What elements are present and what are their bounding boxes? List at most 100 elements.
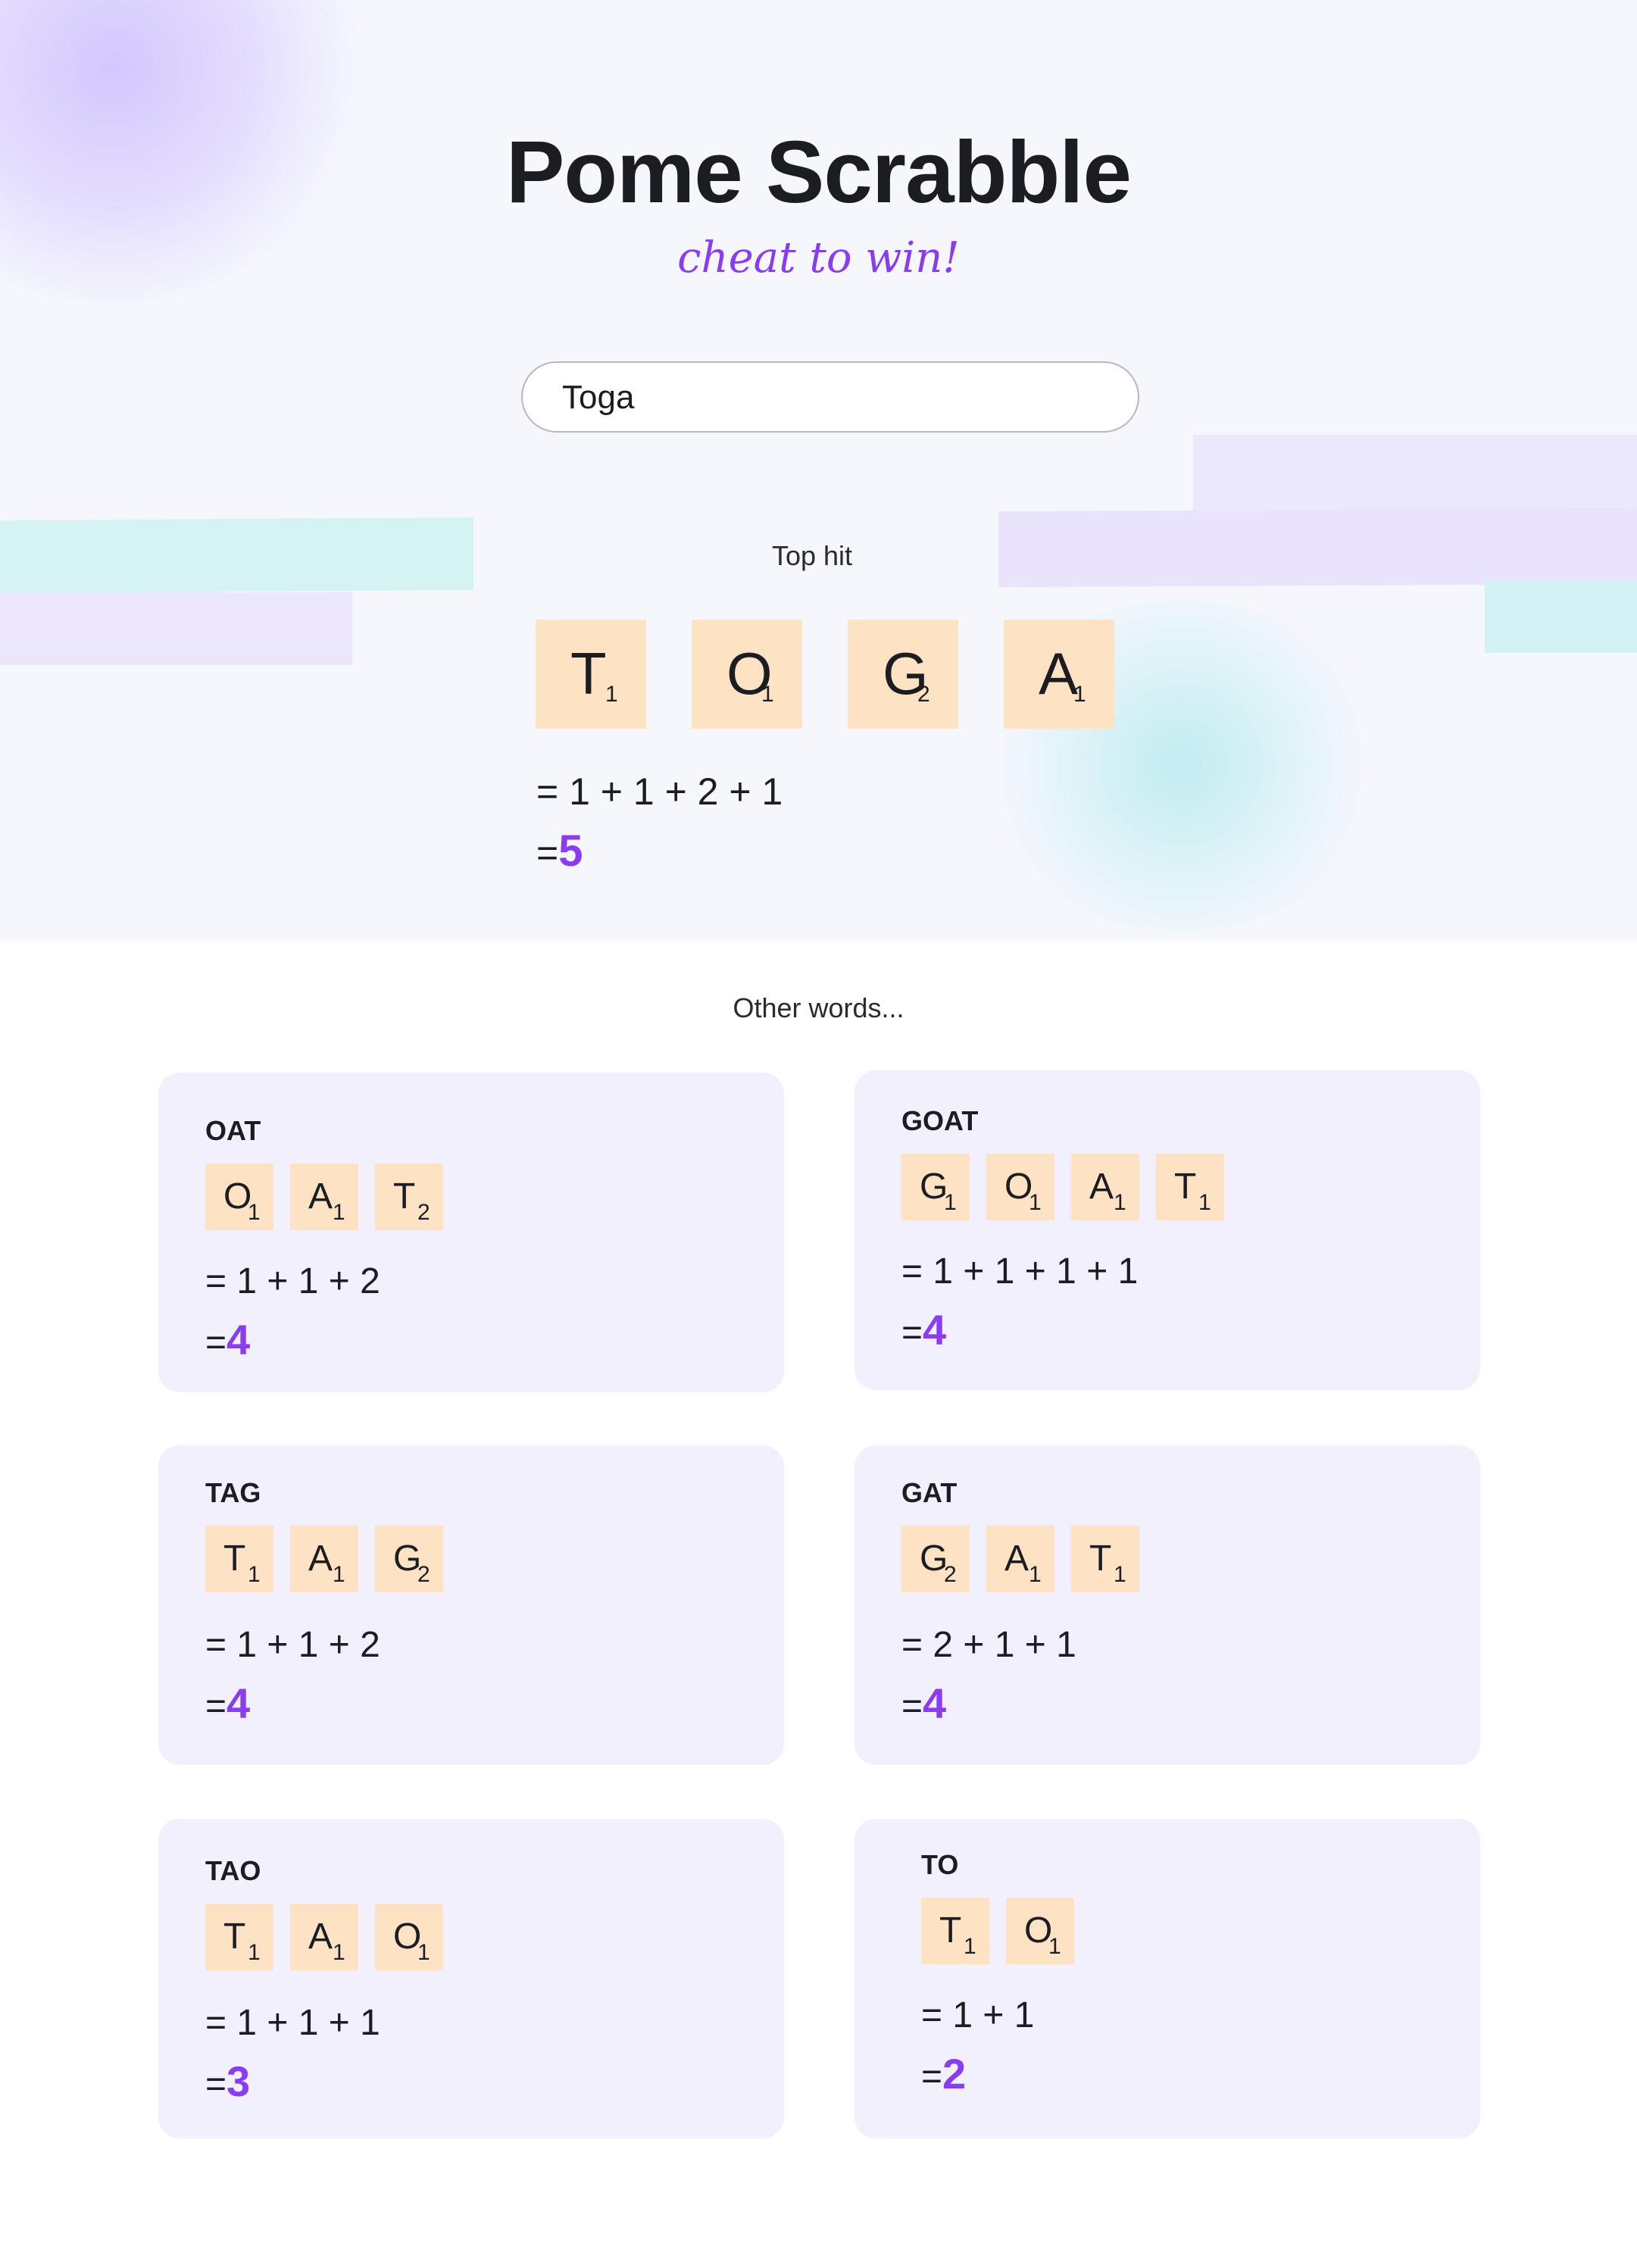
tile-letter: T [1174,1167,1197,1207]
word-total: =4 [205,1679,250,1728]
search-box[interactable] [521,361,1139,433]
letter-tile: T 1 [536,620,646,729]
word-total: =4 [901,1679,946,1728]
letter-tile: G2 [375,1526,443,1592]
tile-points: 1 [1029,1190,1042,1215]
total-score: 2 [942,2050,967,2098]
tile-letter: A [1089,1167,1114,1207]
word-tiles: G2 A1 T1 [901,1526,1139,1592]
tile-points: 2 [917,682,930,707]
letter-tile: A1 [986,1526,1054,1592]
tile-points: 1 [964,1934,976,1959]
letter-tile: G 2 [848,620,958,729]
word-card[interactable]: TAO T1 A1 O1 = 1 + 1 + 1 =3 [158,1819,784,2138]
word-tiles: T1 A1 O1 [205,1904,443,1970]
word-card[interactable]: GAT G2 A1 T1 = 2 + 1 + 1 =4 [854,1445,1480,1765]
total-score: 3 [226,2057,251,2105]
word-title: OAT [205,1115,261,1146]
letter-tile: G2 [901,1526,970,1592]
letter-tile: T1 [1071,1526,1139,1592]
tile-letter: T [393,1176,416,1217]
word-total: =4 [901,1305,946,1354]
letter-tile: G1 [901,1154,970,1220]
letter-tile: A 1 [1004,620,1114,729]
tile-letter: A [308,1539,333,1579]
tile-points: 1 [1198,1190,1211,1215]
tile-points: 1 [761,682,774,707]
total-prefix: = [536,832,559,874]
word-card[interactable]: TO T1 O1 = 1 + 1 =2 [854,1819,1480,2138]
word-title: TAG [205,1477,261,1508]
tile-points: 1 [1114,1562,1126,1587]
other-words-label: Other words... [733,992,904,1023]
word-equation: = 1 + 1 + 2 [205,1625,380,1665]
tile-points: 1 [333,1562,345,1587]
total-score: 5 [558,826,583,876]
tile-points: 1 [333,1940,345,1965]
decorative-band [0,592,352,665]
tile-letter: T [570,640,607,707]
total-prefix: = [205,2064,227,2104]
page-subtitle: cheat to win! [677,233,960,283]
letter-tile: T1 [205,1526,273,1592]
search-input[interactable] [562,376,1092,419]
total-prefix: = [205,1686,227,1726]
tile-letter: T [939,1910,962,1951]
total-score: 4 [226,1316,251,1364]
word-equation: = 2 + 1 + 1 [901,1625,1076,1665]
letter-tile: T2 [375,1164,443,1230]
letter-tile: A1 [290,1904,358,1970]
letter-tile: T1 [205,1904,273,1970]
word-equation: = 1 + 1 + 2 [205,1261,380,1301]
total-prefix: = [901,1686,923,1726]
letter-tile: O1 [375,1904,443,1970]
letter-tile: A1 [290,1164,358,1230]
tile-letter: A [308,1917,333,1957]
total-prefix: = [205,1323,227,1363]
word-title: TO [921,1849,959,1880]
word-tiles: O1 A1 T2 [205,1164,443,1230]
total-prefix: = [901,1313,923,1353]
total-score: 4 [923,1306,947,1354]
decorative-band [1193,435,1637,511]
letter-tile: O1 [205,1164,273,1230]
tile-points: 1 [1048,1934,1061,1959]
letter-tile: T1 [1156,1154,1224,1220]
tile-letter: A [308,1176,333,1217]
tile-points: 2 [417,1562,430,1587]
word-card[interactable]: GOAT G1 O1 A1 T1 = 1 + 1 + 1 + 1 =4 [854,1070,1480,1390]
tile-points: 1 [1114,1190,1126,1215]
page-title: Pome Scrabble [505,123,1132,221]
tile-points: 1 [248,1562,261,1587]
tile-points: 1 [248,1200,261,1225]
word-total: =4 [205,1315,250,1364]
hero-section: Pome Scrabble cheat to win! Top hit T 1 … [0,0,1637,941]
tile-letter: A [1039,640,1079,707]
tile-letter: T [223,1539,246,1579]
letter-tile: A1 [290,1526,358,1592]
top-hit-label: Top hit [771,540,853,571]
word-title: TAO [205,1855,261,1886]
tile-points: 1 [1073,682,1086,707]
word-card[interactable]: TAG T1 A1 G2 = 1 + 1 + 2 =4 [158,1445,784,1765]
word-total: =3 [205,2057,250,2106]
top-hit-total: =5 [536,826,583,876]
letter-tile: O1 [1006,1898,1074,1964]
word-total: =2 [921,2049,966,2098]
letter-tile: O1 [986,1154,1054,1220]
tile-points: 1 [417,1940,430,1965]
tile-points: 1 [944,1190,957,1215]
word-equation: = 1 + 1 [921,1995,1035,2035]
total-prefix: = [921,2057,943,2097]
tile-points: 1 [248,1940,261,1965]
word-title: GAT [901,1477,958,1508]
word-tiles: T1 A1 G2 [205,1526,443,1592]
letter-tile: A1 [1071,1154,1139,1220]
decorative-band [1485,580,1637,653]
letter-tile: O 1 [692,620,802,729]
tile-points: 1 [333,1200,345,1225]
word-tiles: T1 O1 [921,1898,1074,1964]
top-hit-equation: = 1 + 1 + 2 + 1 [536,770,783,813]
word-card[interactable]: OAT O1 A1 T2 = 1 + 1 + 2 =4 [158,1073,784,1392]
tile-points: 2 [944,1562,957,1587]
